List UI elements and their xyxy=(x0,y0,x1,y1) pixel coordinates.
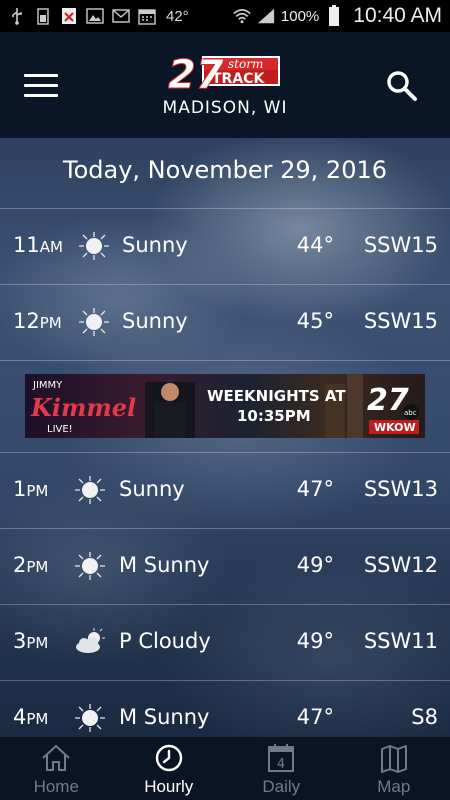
search-icon xyxy=(387,71,417,101)
partly-cloudy-icon xyxy=(76,628,105,653)
condition-label: M Sunny xyxy=(119,553,210,577)
hour-label: 3PM xyxy=(13,629,48,653)
wind-label: SSW13 xyxy=(363,477,438,501)
ampm-value: PM xyxy=(26,634,49,652)
ad-jimmy: JIMMY xyxy=(32,380,63,391)
ad-network: abc xyxy=(404,409,417,417)
nav-label: Daily xyxy=(262,777,301,796)
blocked-icon xyxy=(60,7,78,25)
menu-button[interactable] xyxy=(24,74,58,100)
condition-label: Sunny xyxy=(122,233,188,257)
ad-channel-number: 27 xyxy=(367,383,409,418)
storm-track-logo: 27 storm TRACK xyxy=(168,52,280,94)
ad-weeknights: WEEKNIGHTS AT xyxy=(207,387,346,405)
hour-label: 2PM xyxy=(13,553,48,577)
nav-home[interactable]: Home xyxy=(0,737,113,800)
battery-icon xyxy=(325,5,343,26)
clock-icon xyxy=(155,744,182,772)
ad-live: LIVE! xyxy=(47,424,73,435)
condition-label: Sunny xyxy=(122,309,188,333)
calendar-icon: 4 xyxy=(268,744,295,772)
menu-icon-bar xyxy=(24,94,58,97)
weather-temp: 42° xyxy=(166,7,189,25)
hourly-row[interactable]: 4PM M Sunny 47° S8 xyxy=(0,680,450,737)
bottom-nav: Home Hourly 4 Daily Map xyxy=(0,737,450,800)
condition-label: P Cloudy xyxy=(119,629,211,653)
nav-map[interactable]: Map xyxy=(338,737,450,800)
temperature-label: 44° xyxy=(296,233,334,257)
nav-label: Map xyxy=(377,777,411,796)
hour-value: 4 xyxy=(13,705,27,729)
ad-artwork: JIMMY Kimmel LIVE! WEEKNIGHTS AT 10:35PM… xyxy=(30,374,419,438)
ad-time: 10:35PM xyxy=(237,407,311,425)
condition-label: M Sunny xyxy=(119,705,210,729)
gallery-icon xyxy=(86,7,104,25)
app-header: 27 storm TRACK MADISON, WI xyxy=(0,32,450,138)
location-label: MADISON, WI xyxy=(162,98,288,118)
ampm-value: PM xyxy=(26,482,49,500)
hour-value: 3 xyxy=(13,629,27,653)
nav-hourly[interactable]: Hourly xyxy=(113,737,226,800)
ampm-value: PM xyxy=(39,314,62,332)
menu-icon-bar xyxy=(24,84,58,87)
sun-icon xyxy=(79,232,109,260)
wind-label: SSW15 xyxy=(363,233,438,257)
usb-icon xyxy=(8,7,26,25)
clock-time: 10:40 AM xyxy=(353,4,442,27)
temperature-label: 47° xyxy=(296,705,334,729)
hour-value: 11 xyxy=(13,233,40,257)
map-icon xyxy=(380,745,407,773)
temperature-label: 49° xyxy=(296,629,334,653)
logo-track: TRACK xyxy=(212,71,265,87)
wifi-icon xyxy=(233,7,251,25)
ampm-value: PM xyxy=(26,710,49,728)
sun-icon xyxy=(75,476,105,504)
sun-icon xyxy=(79,308,109,336)
gmail-icon xyxy=(112,7,130,25)
logo-storm: storm xyxy=(228,57,263,71)
hourly-row[interactable]: 11AM Sunny 44° SSW15 xyxy=(0,208,450,284)
ampm-value: AM xyxy=(39,238,63,256)
hour-value: 2 xyxy=(13,553,27,577)
hourly-row[interactable]: 3PM P Cloudy 49° SSW11 xyxy=(0,604,450,680)
home-icon xyxy=(42,745,70,771)
sun-icon xyxy=(75,704,105,732)
page-title: Today, November 29, 2016 xyxy=(62,156,388,184)
hourly-forecast: Today, November 29, 2016 11AM Sunny 44° … xyxy=(0,138,450,737)
temperature-label: 49° xyxy=(296,553,334,577)
battery-100-icon xyxy=(34,7,52,25)
hourly-row[interactable]: 12PM Sunny 45° SSW15 xyxy=(0,284,450,360)
nav-daily[interactable]: 4 Daily xyxy=(225,737,338,800)
hour-label: 11AM xyxy=(13,233,63,257)
wind-label: S8 xyxy=(411,705,438,729)
nav-label: Hourly xyxy=(144,777,194,796)
menu-icon-bar xyxy=(24,74,58,77)
status-bar: 42° 100% 10:40 AM xyxy=(0,0,450,32)
calendar-badge: 4 xyxy=(277,757,285,772)
wind-label: SSW11 xyxy=(363,629,438,653)
wind-label: SSW15 xyxy=(363,309,438,333)
ad-banner[interactable]: JIMMY Kimmel LIVE! WEEKNIGHTS AT 10:35PM… xyxy=(25,374,425,438)
battery-percent: 100% xyxy=(280,7,320,25)
temperature-label: 47° xyxy=(296,477,334,501)
condition-label: Sunny xyxy=(119,477,185,501)
hourly-row[interactable]: 2PM M Sunny 49° SSW12 xyxy=(0,528,450,604)
signal-icon xyxy=(257,7,275,25)
hour-label: 12PM xyxy=(13,309,62,333)
wind-label: SSW12 xyxy=(363,553,438,577)
ampm-value: PM xyxy=(26,558,49,576)
hourly-row[interactable]: 1PM Sunny 47° SSW13 xyxy=(0,452,450,528)
hour-value: 12 xyxy=(13,309,40,333)
hour-label: 1PM xyxy=(13,477,48,501)
temperature-label: 45° xyxy=(296,309,334,333)
ad-callsign: WKOW xyxy=(374,421,416,434)
hour-label: 4PM xyxy=(13,705,48,729)
ad-kimmel: Kimmel xyxy=(30,393,136,422)
nav-label: Home xyxy=(33,777,79,796)
calendar-icon xyxy=(138,7,156,25)
sun-icon xyxy=(75,552,105,580)
hour-value: 1 xyxy=(13,477,27,501)
search-button[interactable] xyxy=(384,68,420,104)
ad-row: JIMMY Kimmel LIVE! WEEKNIGHTS AT 10:35PM… xyxy=(0,360,450,452)
